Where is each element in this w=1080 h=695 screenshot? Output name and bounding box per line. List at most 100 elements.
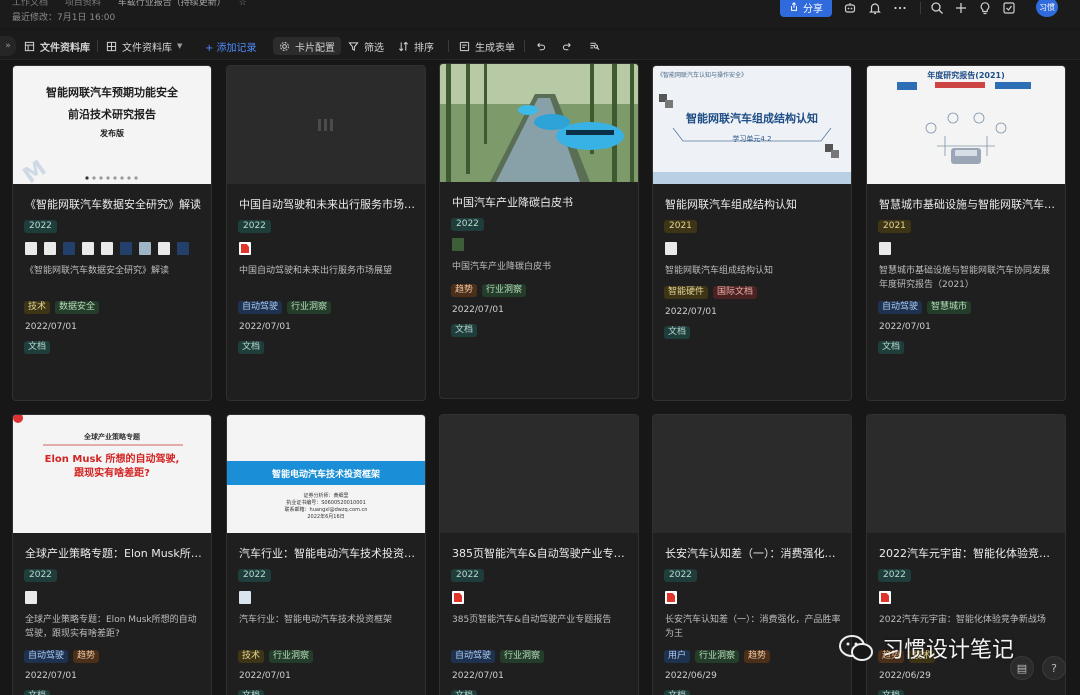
attachments[interactable]: [665, 242, 677, 255]
cover-header: 全球产业策略专题: [84, 433, 140, 441]
attachments[interactable]: [25, 242, 189, 255]
pdf-icon: [879, 591, 891, 604]
tag-list: 技术 数据安全: [24, 301, 100, 314]
generate-form-label: 生成表单: [475, 42, 515, 54]
cover-title: Elon Musk 所想的自动驾驶,: [44, 454, 180, 465]
plus-icon[interactable]: [954, 1, 968, 15]
image-file-icon: [139, 242, 151, 255]
record-card[interactable]: M 智能网联汽车预期功能安全 前沿技术研究报告 发布版 《智能网联汽车数据安全研…: [12, 65, 212, 401]
document-icon[interactable]: ▤: [1010, 656, 1034, 680]
card-date: 2022/07/01: [25, 671, 77, 681]
add-record-button[interactable]: + 添加记录: [205, 38, 257, 54]
pdf-icon: [665, 591, 677, 604]
type-tag: 文档: [664, 326, 691, 339]
attachments[interactable]: [452, 238, 464, 251]
cover-title: 年度研究报告(2021): [927, 71, 1005, 80]
star-icon[interactable]: ☆: [239, 0, 247, 8]
tag: 行业洞察: [695, 650, 740, 663]
undo-icon[interactable]: [535, 38, 546, 54]
attachments[interactable]: [879, 242, 891, 255]
card-date: 2022/07/01: [665, 307, 717, 317]
card-description: 中国汽车产业降碳白皮书: [452, 262, 552, 272]
record-card[interactable]: 全球产业策略专题 Elon Musk 所想的自动驾驶, 跟现实有啥差距? 全球产…: [12, 414, 212, 695]
cover-text: 证券分析师：黄细里: [303, 493, 349, 499]
tag: 技术: [24, 301, 51, 314]
tag-list: 自动驾驶 行业洞察: [451, 650, 545, 663]
attachments[interactable]: [665, 591, 677, 604]
attachments[interactable]: [25, 591, 37, 604]
chevron-down-icon: ▼: [177, 42, 183, 50]
pdf-icon: [452, 591, 464, 604]
year-tag: 2022: [451, 569, 484, 582]
card-cover: [440, 415, 638, 533]
year-tag: 2022: [238, 220, 271, 233]
view-switcher-label: 文件资料库: [122, 42, 172, 54]
breadcrumb-item[interactable]: 工作文档: [12, 0, 48, 8]
generate-form-button[interactable]: 生成表单: [459, 38, 515, 54]
tag-list: 自动驾驶 行业洞察: [238, 301, 332, 314]
toolbar-divider: [97, 40, 98, 52]
attachments[interactable]: [879, 591, 891, 604]
tag-list: 用户 行业洞察 趋势: [664, 650, 771, 663]
image-file-icon: [25, 591, 37, 604]
card-config-label: 卡片配置: [295, 42, 335, 54]
cover-photo: [440, 64, 638, 182]
image-file-icon: [239, 591, 251, 604]
tag: 趋势: [73, 650, 100, 663]
view-switcher[interactable]: 文件资料库 ▼: [106, 38, 182, 54]
tag: 国际文档: [713, 286, 758, 299]
top-header: 工作文档 项目资料 车载行业报告（持续更新） ☆ 最近修改：7月1日 16:00…: [0, 0, 1080, 28]
checkbox-icon[interactable]: [1002, 1, 1016, 15]
card-description: 智慧城市基础设施与智能网联汽车协同发展年度研究报告（2021）: [879, 266, 1051, 290]
card-cover: 智能电动汽车技术投资框架 证券分析师：黄细里 执业证书编号：S060052001…: [227, 415, 425, 533]
card-title: 汽车行业：智能电动汽车技术投资框架: [239, 547, 417, 560]
bulb-icon[interactable]: [978, 1, 992, 15]
card-date: 2022/06/29: [665, 671, 717, 681]
attachments[interactable]: [239, 591, 251, 604]
year-tag: 2022: [238, 569, 271, 582]
view-tab[interactable]: 文件资料库: [24, 38, 90, 54]
card-date: 2022/07/01: [239, 671, 291, 681]
card-cover: 全球产业策略专题 Elon Musk 所想的自动驾驶, 跟现实有啥差距?: [13, 415, 211, 533]
bot-icon[interactable]: [843, 1, 857, 15]
year-tag: 2022: [878, 569, 911, 582]
expand-sidebar-icon[interactable]: »: [0, 36, 16, 56]
bell-icon[interactable]: [868, 1, 882, 15]
tag: 数据安全: [55, 301, 100, 314]
record-card[interactable]: 智能电动汽车技术投资框架 证券分析师：黄细里 执业证书编号：S060052001…: [226, 414, 426, 695]
redo-icon[interactable]: [562, 38, 573, 54]
filter-button[interactable]: 筛选: [348, 38, 384, 54]
image-file-icon: [101, 242, 113, 255]
sort-icon: [399, 41, 408, 51]
breadcrumb-current[interactable]: 车载行业报告（持续更新）: [118, 0, 226, 8]
card-config-button[interactable]: 卡片配置: [273, 37, 341, 55]
avatar[interactable]: 习惯: [1036, 0, 1058, 17]
card-title: 长安汽车认知差（一）：消费强化，产品胜率为王: [665, 547, 843, 560]
toolbar-divider: [448, 40, 449, 52]
attachments[interactable]: [452, 591, 464, 604]
attachments[interactable]: [239, 242, 251, 255]
sort-button[interactable]: 排序: [398, 38, 434, 54]
card-title: 中国自动驾驶和未来出行服务市场展望: [239, 198, 417, 211]
cover-text: 执业证书编号：S0600520010001: [286, 500, 366, 506]
share-button[interactable]: 分享: [780, 0, 832, 17]
record-card[interactable]: 年度研究报告(2021) 智慧城市基础设施与智能网联汽车协同发展年度研究报告 2…: [866, 65, 1066, 401]
cover-subtitle: 发布版: [100, 129, 124, 138]
card-title: 385页智能汽车&自动驾驶产业专题报告: [452, 547, 630, 560]
record-card[interactable]: 《智能网联汽车认知与操作安全》 智能网联汽车组成结构认知 学习单元4.2 智能网…: [652, 65, 852, 401]
breadcrumb-item[interactable]: 项目资料: [65, 0, 101, 8]
card-cover: [227, 66, 425, 184]
record-card[interactable]: 中国自动驾驶和未来出行服务市场展望 2022 中国自动驾驶和未来出行服务市场展望…: [226, 65, 426, 401]
search-icon[interactable]: [930, 1, 944, 15]
share-icon: [791, 2, 797, 11]
image-file-icon: [44, 242, 56, 255]
help-icon[interactable]: ?: [1042, 656, 1066, 680]
cover-title: 智能网联汽车预期功能安全: [46, 86, 178, 99]
record-card[interactable]: 长安汽车认知差（一）：消费强化，产品胜率为王 2022 长安汽车认知差（一）：消…: [652, 414, 852, 695]
record-card[interactable]: 385页智能汽车&自动驾驶产业专题报告 2022 385页智能汽车&自动驾驶产业…: [439, 414, 639, 695]
more-icon[interactable]: [893, 1, 907, 15]
record-card[interactable]: 中国汽车产业降碳白皮书 2022 中国汽车产业降碳白皮书 趋势 行业洞察 202…: [439, 63, 639, 399]
tag: 自动驾驶: [238, 301, 283, 314]
card-description: 2022汽车元宇宙：智能化体验竞争新战场: [879, 615, 1046, 625]
format-painter-icon[interactable]: [589, 38, 600, 54]
